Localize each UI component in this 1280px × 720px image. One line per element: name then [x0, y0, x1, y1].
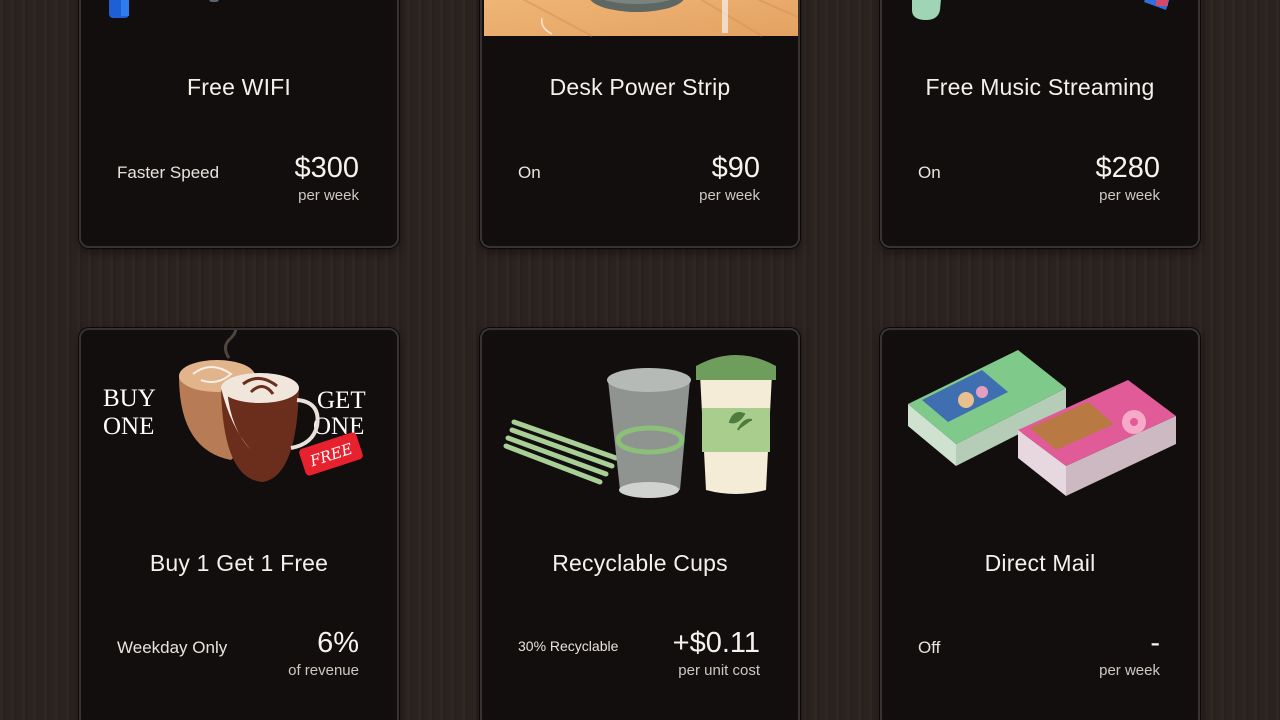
price-unit: of revenue — [288, 662, 359, 679]
price-amount: $90 — [711, 152, 760, 184]
price-unit: per unit cost — [678, 662, 760, 679]
price-unit: per week — [699, 187, 760, 204]
card-title: Direct Mail — [984, 550, 1096, 576]
bogo-left-text: BUY ONE — [103, 385, 161, 440]
option-label[interactable]: On — [518, 163, 541, 183]
price-block: +$0.11 per unit cost — [672, 627, 760, 680]
card-title: Free WIFI — [186, 74, 292, 100]
bogo-coffee-image: BUY ONE GET ONE FREE — [103, 330, 371, 482]
bogo-right-text: GET ONE — [313, 387, 371, 440]
card-free-wifi[interactable]: Free WIFI Faster Speed $300 per week — [79, 0, 399, 248]
price-amount: - — [1150, 627, 1160, 659]
price-unit: per week — [1099, 662, 1160, 679]
price-amount: +$0.11 — [672, 627, 760, 659]
price-block: $280 per week — [1095, 152, 1160, 205]
price-unit: per week — [1099, 187, 1160, 204]
option-label[interactable]: 30% Recyclable — [518, 638, 618, 654]
price-block: $300 per week — [294, 152, 359, 205]
price-amount: 6% — [317, 627, 359, 659]
card-free-music-streaming[interactable]: Free Music Streaming On $280 per week — [880, 0, 1200, 248]
card-recyclable-cups[interactable]: Recyclable Cups 30% Recyclable +$0.11 pe… — [480, 328, 800, 720]
price-block: 6% of revenue — [288, 627, 359, 680]
card-desk-power-strip[interactable]: Desk Power Strip On $90 per week — [480, 0, 800, 248]
wifi-device-image — [109, 0, 219, 18]
card-title: Recyclable Cups — [552, 550, 728, 576]
card-buy-1-get-1-free[interactable]: BUY ONE GET ONE FREE Buy 1 Get 1 Free We… — [79, 328, 399, 720]
card-direct-mail[interactable]: Direct Mail Off - per week — [880, 328, 1200, 720]
option-label[interactable]: On — [918, 163, 941, 183]
power-strip-image — [484, 0, 798, 37]
music-device-image — [912, 0, 1170, 20]
price-block: - per week — [1099, 627, 1160, 680]
direct-mail-image — [908, 350, 1176, 496]
option-label[interactable]: Weekday Only — [117, 638, 227, 658]
card-title: Buy 1 Get 1 Free — [149, 550, 329, 576]
price-amount: $280 — [1095, 152, 1160, 184]
option-label[interactable]: Off — [918, 638, 940, 658]
price-block: $90 per week — [699, 152, 760, 205]
card-title: Desk Power Strip — [549, 74, 731, 100]
price-unit: per week — [298, 187, 359, 204]
recyclable-cups-image — [503, 355, 776, 498]
card-title: Free Music Streaming — [925, 74, 1155, 100]
option-label[interactable]: Faster Speed — [117, 163, 219, 183]
price-amount: $300 — [294, 152, 359, 184]
